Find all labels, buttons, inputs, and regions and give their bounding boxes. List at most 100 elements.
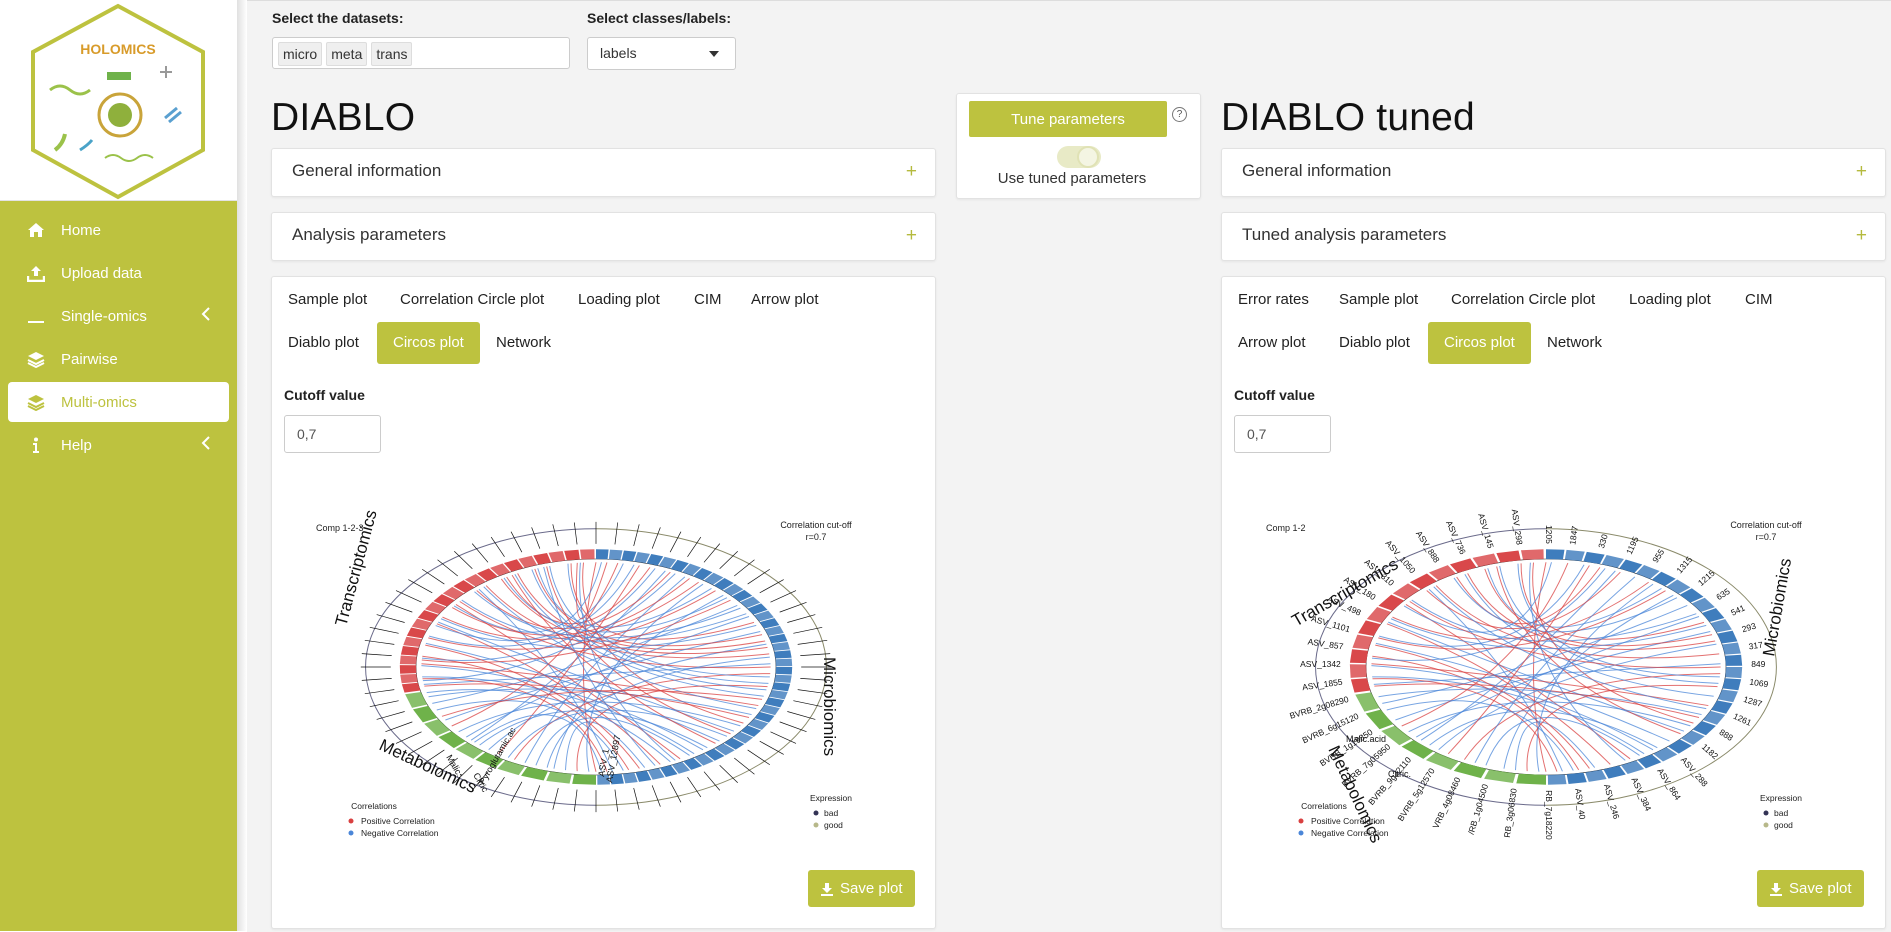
feature-label-tick — [703, 543, 721, 563]
feature-label: ASV_288 — [1679, 755, 1710, 789]
bad-marker — [1763, 810, 1769, 816]
tab-network[interactable]: Network — [480, 322, 567, 364]
sidebar-item-pairwise[interactable]: Pairwise — [8, 339, 229, 379]
tab-network[interactable]: Network — [1531, 322, 1618, 364]
analysis-parameters-panel[interactable]: Analysis parameters + — [271, 212, 936, 261]
transcriptomics-segment — [548, 550, 566, 563]
correlation-link — [1374, 683, 1700, 718]
tune-parameters-button[interactable]: Tune parameters — [969, 101, 1167, 137]
transcriptomics-segment — [1496, 550, 1521, 563]
save-plot-label: Save plot — [1789, 880, 1852, 897]
metabolomics-segment — [1453, 762, 1487, 779]
feature-label-tick — [734, 757, 755, 775]
tab-correlation-circle-plot[interactable]: Correlation Circle plot — [1435, 279, 1611, 321]
feature-label-tick — [759, 579, 784, 594]
sidebar-item-upload-data[interactable]: Upload data — [8, 253, 229, 293]
tab-error-rates[interactable]: Error rates — [1222, 279, 1325, 321]
plus-icon[interactable]: + — [1856, 162, 1867, 181]
use-tuned-parameters-label: Use tuned parameters — [997, 170, 1147, 187]
plus-icon[interactable]: + — [906, 162, 917, 181]
layers-icon — [25, 391, 47, 413]
sidebar-item-label: Single-omics — [61, 307, 147, 325]
feature-label-tick — [747, 749, 771, 766]
transcriptomics-segment — [1358, 620, 1381, 636]
correlation-link — [537, 568, 712, 628]
metabolomics-segment — [497, 760, 526, 776]
dataset-chip-micro[interactable]: micro — [278, 42, 323, 66]
classes-select[interactable]: labels — [587, 37, 736, 70]
feature-label-tick — [437, 559, 458, 577]
save-plot-button[interactable]: Save plot — [808, 870, 915, 907]
feature-label: 1182 — [1700, 742, 1721, 762]
tab-cim[interactable]: CIM — [678, 279, 738, 321]
microbiomics-segment — [634, 551, 650, 564]
sidebar-item-home[interactable]: Home — [8, 210, 229, 250]
microbiomics-segment — [775, 658, 793, 667]
sidebar-item-single-omics[interactable]: Single-omics — [8, 296, 229, 336]
cutoff-input[interactable]: 0,7 — [1234, 415, 1331, 453]
transcriptomics-segment — [400, 674, 418, 684]
tuned-analysis-parameters-panel[interactable]: Tuned analysis parameters + — [1221, 212, 1886, 261]
tab-arrow-plot[interactable]: Arrow plot — [735, 279, 835, 321]
feature-label: 330 — [1596, 533, 1610, 550]
save-plot-button[interactable]: Save plot — [1757, 870, 1864, 907]
dataset-chip-meta[interactable]: meta — [326, 42, 368, 66]
tab-sample-plot[interactable]: Sample plot — [1323, 279, 1434, 321]
tab-circos-plot[interactable]: Circos plot — [1428, 322, 1531, 364]
component-label: Comp 1-2-3 — [316, 523, 364, 533]
tab-circos-plot[interactable]: Circos plot — [377, 322, 480, 364]
microbiomics-segment — [1547, 774, 1567, 785]
microbiomics-segment — [772, 682, 791, 692]
tab-loading-plot[interactable]: Loading plot — [1613, 279, 1727, 321]
microbiomics-segment — [775, 667, 793, 675]
diablo-title: DIABLO — [271, 96, 416, 139]
download-icon — [821, 882, 833, 896]
negative-correlation-label: Negative Correlation — [1311, 828, 1389, 838]
use-tuned-parameters-switch[interactable] — [1057, 146, 1101, 168]
tab-correlation-circle-plot[interactable]: Correlation Circle plot — [384, 279, 560, 321]
chevron-left-icon — [201, 307, 211, 325]
metabolomics-segment — [521, 766, 548, 781]
tuned-general-information-panel[interactable]: General information + — [1221, 148, 1886, 197]
sidebar-item-label: Home — [61, 221, 102, 239]
datasets-multiselect[interactable]: micro meta trans — [272, 37, 570, 69]
microbiomics-segment — [769, 689, 788, 700]
feature-label-tick — [614, 522, 619, 545]
microbiomics-segment — [1583, 551, 1605, 564]
microbiomics-segment — [1710, 619, 1732, 633]
feature-label-tick — [633, 524, 640, 547]
good-marker — [1763, 822, 1769, 828]
negative-correlation-label: Negative Correlation — [361, 828, 439, 838]
dataset-chip-trans[interactable]: trans — [371, 42, 413, 66]
feature-label-tick — [510, 781, 523, 803]
plus-icon[interactable]: + — [906, 226, 917, 245]
plus-icon[interactable]: + — [1856, 226, 1867, 245]
tab-diablo-plot[interactable]: Diablo plot — [272, 322, 375, 364]
cutoff-input[interactable]: 0,7 — [284, 415, 381, 453]
sidebar-item-label: Help — [61, 436, 92, 454]
metabolomics-segment — [438, 731, 466, 749]
sidebar-item-help[interactable]: Help — [8, 425, 229, 465]
download-icon — [1770, 882, 1782, 896]
metabolite-label: Malic.acid — [1346, 734, 1386, 744]
tab-sample-plot[interactable]: Sample plot — [272, 279, 383, 321]
feature-label-tick — [552, 524, 559, 547]
microbiomics-segment — [1722, 678, 1742, 691]
tab-arrow-plot[interactable]: Arrow plot — [1222, 322, 1322, 364]
correlations-legend-title: Correlations — [351, 801, 397, 811]
metabolomics-segment — [455, 742, 484, 759]
help-icon[interactable]: ? — [1172, 107, 1187, 122]
sidebar-item-multi-omics[interactable]: Multi-omics — [8, 382, 229, 422]
positive-correlation-marker — [348, 818, 354, 824]
tab-diablo-plot[interactable]: Diablo plot — [1323, 322, 1426, 364]
transcriptomics-segment — [1378, 594, 1405, 611]
metabolomics-segment — [546, 771, 572, 784]
feature-label: 635 — [1714, 586, 1732, 602]
tab-loading-plot[interactable]: Loading plot — [562, 279, 676, 321]
tab-cim[interactable]: CIM — [1729, 279, 1789, 321]
feature-label-tick — [669, 781, 682, 803]
general-information-panel[interactable]: General information + — [271, 148, 936, 197]
bad-marker — [813, 810, 819, 816]
feature-label-tick — [614, 789, 619, 812]
microbiomics-segment — [622, 772, 638, 784]
